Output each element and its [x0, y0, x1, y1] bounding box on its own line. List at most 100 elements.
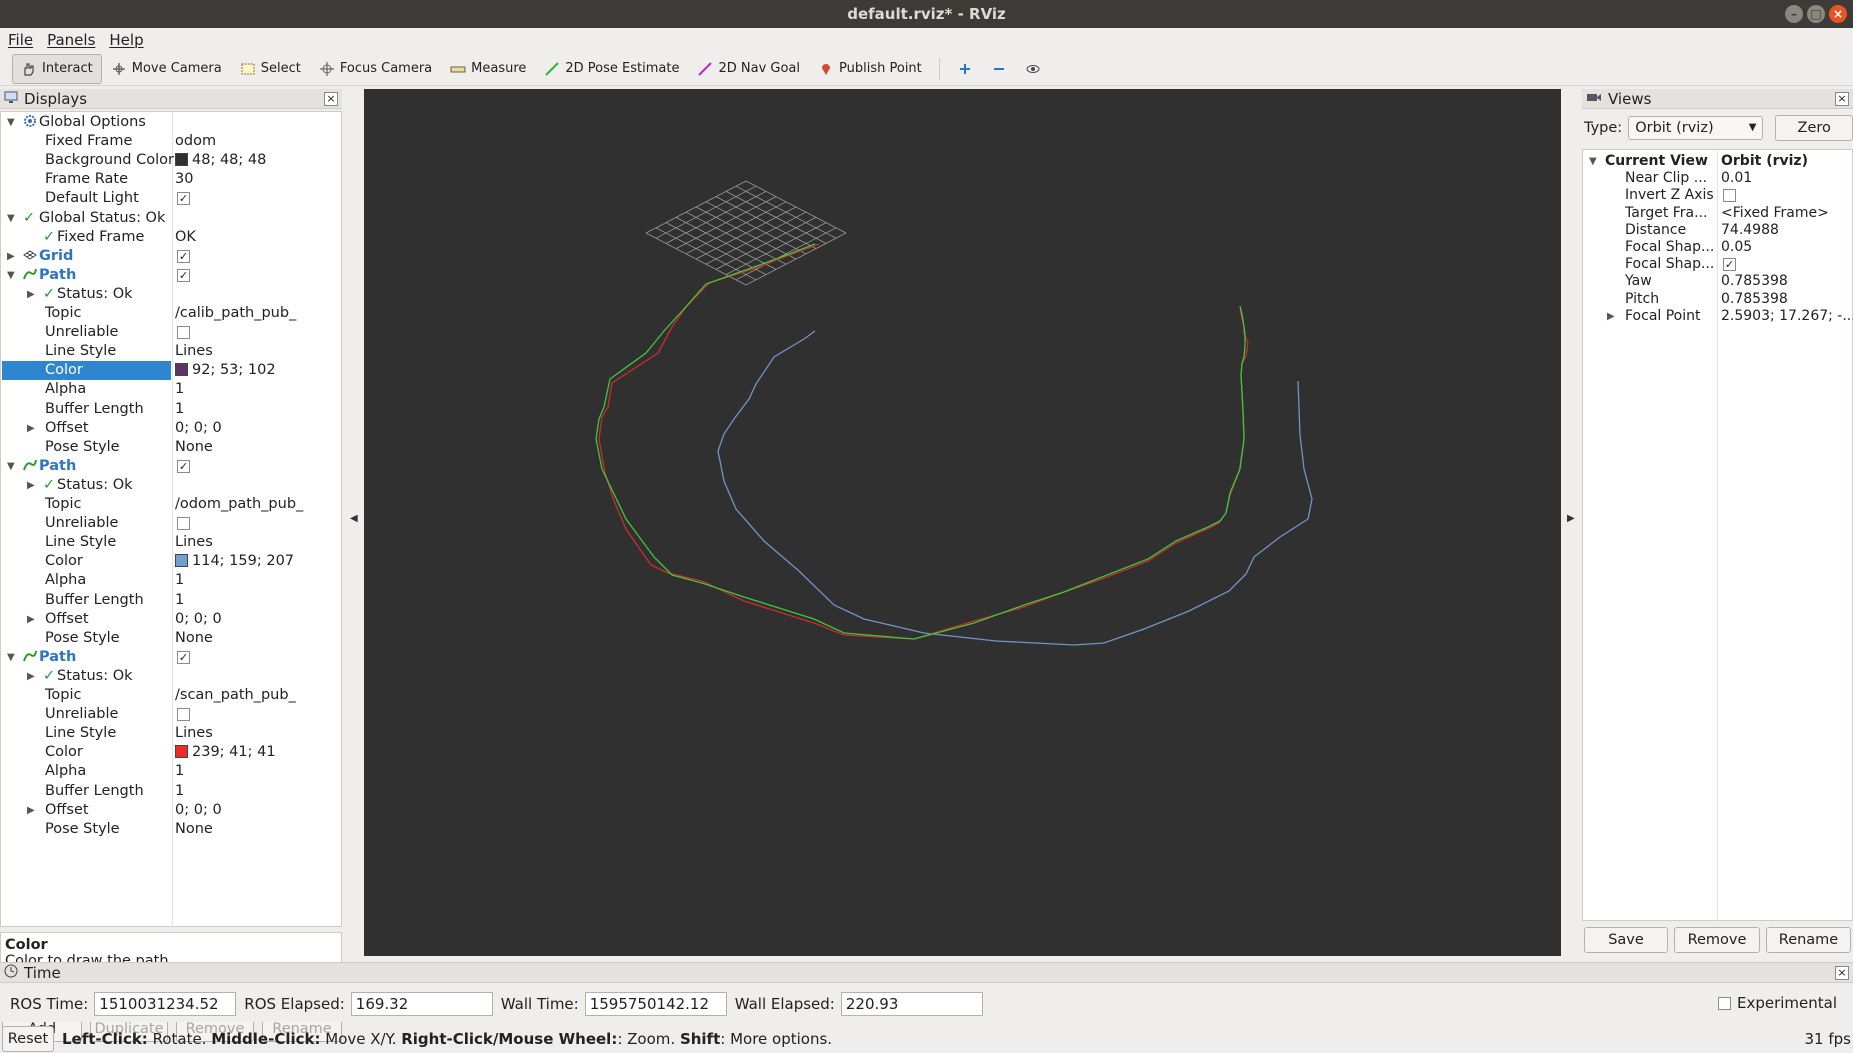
display-row-topic[interactable]: Topic/scan_path_pub_: [1, 686, 341, 705]
display-row-global-status-ok[interactable]: ▼ ✓ Global Status: Ok: [1, 209, 341, 228]
display-row-unreliable[interactable]: Unreliable: [1, 514, 341, 533]
render-viewport[interactable]: [364, 89, 1561, 956]
view-menu-button[interactable]: [1016, 54, 1050, 84]
display-row-value[interactable]: 30: [175, 170, 193, 189]
expand-closed-icon[interactable]: ▶: [27, 419, 35, 438]
tool-focus-camera[interactable]: Focus Camera: [310, 54, 441, 84]
display-row-value[interactable]: 0; 0; 0: [175, 419, 222, 438]
display-row-pose-style[interactable]: Pose Style None: [1, 629, 341, 648]
expand-open-icon[interactable]: ▼: [7, 648, 15, 667]
view-property-value[interactable]: 0.05: [1721, 239, 1752, 256]
view-property-value[interactable]: <Fixed Frame>: [1721, 205, 1829, 222]
ros-elapsed-field[interactable]: 169.32: [350, 992, 493, 1016]
display-row-unreliable[interactable]: Unreliable: [1, 323, 341, 342]
expand-closed-icon[interactable]: ▶: [27, 801, 35, 820]
display-row-value[interactable]: 92; 53; 102: [175, 361, 276, 380]
display-row-alpha[interactable]: Alpha 1: [1, 380, 341, 399]
row-checkbox[interactable]: [177, 326, 190, 340]
display-row-color[interactable]: Color 114; 159; 207: [1, 552, 341, 571]
display-row-value[interactable]: 1: [175, 591, 184, 610]
reset-button[interactable]: Reset: [2, 1026, 54, 1052]
display-row-value[interactable]: 114; 159; 207: [175, 552, 294, 571]
display-row-path[interactable]: ▼ Path ✓: [1, 457, 341, 476]
view-property-row[interactable]: Focal Shap... ✓: [1583, 256, 1852, 273]
display-row-value[interactable]: None: [175, 820, 213, 839]
rename-view-button[interactable]: Rename: [1766, 927, 1851, 953]
row-checkbox[interactable]: [177, 517, 190, 531]
expand-open-icon[interactable]: ▼: [7, 457, 15, 476]
display-row-offset[interactable]: ▶ Offset 0; 0; 0: [1, 801, 341, 820]
display-row-buffer-length[interactable]: Buffer Length 1: [1, 591, 341, 610]
view-property-row[interactable]: Pitch 0.785398: [1583, 291, 1852, 308]
close-icon[interactable]: ×: [1835, 92, 1849, 106]
expand-open-icon[interactable]: ▼: [7, 209, 15, 228]
display-row-value[interactable]: Lines: [175, 342, 213, 361]
right-splitter[interactable]: ▶: [1563, 89, 1579, 959]
view-property-value[interactable]: 2.5903; 17.267; -...: [1721, 308, 1853, 325]
display-row-value[interactable]: Lines: [175, 724, 213, 743]
display-row-value[interactable]: 0; 0; 0: [175, 610, 222, 629]
tool-2d-pose-estimate[interactable]: 2D Pose Estimate: [535, 54, 688, 84]
display-row-alpha[interactable]: Alpha 1: [1, 762, 341, 781]
view-property-checkbox[interactable]: [1723, 189, 1736, 203]
tool-publish-point[interactable]: Publish Point: [809, 54, 931, 84]
display-row-pose-style[interactable]: Pose Style None: [1, 820, 341, 839]
expand-closed-icon[interactable]: ▶: [27, 476, 35, 495]
display-row-value[interactable]: 1: [175, 762, 184, 781]
remove-tool-button[interactable]: [982, 54, 1016, 84]
expand-open-icon[interactable]: ▼: [7, 113, 15, 132]
wall-time-field[interactable]: 1595750142.12: [584, 992, 727, 1016]
display-row-line-style[interactable]: Line Style Lines: [1, 724, 341, 743]
tool-move-camera[interactable]: Move Camera: [102, 54, 231, 84]
expand-open-icon[interactable]: ▼: [1589, 153, 1597, 170]
display-row-value[interactable]: 1: [175, 571, 184, 590]
display-row-unreliable[interactable]: Unreliable: [1, 705, 341, 724]
menu-panels[interactable]: Panels: [47, 31, 95, 49]
display-row-global-options[interactable]: ▼ Global Options: [1, 113, 341, 132]
expand-closed-icon[interactable]: ▶: [7, 247, 15, 266]
display-row-path[interactable]: ▼ Path ✓: [1, 266, 341, 285]
row-checkbox[interactable]: ✓: [177, 192, 190, 206]
display-row-topic[interactable]: Topic/calib_path_pub_: [1, 304, 341, 323]
zero-button[interactable]: Zero: [1775, 115, 1853, 141]
display-row-value[interactable]: 1: [175, 400, 184, 419]
display-row-value[interactable]: 1: [175, 782, 184, 801]
expand-closed-icon[interactable]: ▶: [27, 667, 35, 686]
view-property-row[interactable]: ▶ Focal Point 2.5903; 17.267; -...: [1583, 308, 1853, 325]
left-splitter[interactable]: ◀: [346, 89, 362, 959]
menu-file[interactable]: File: [8, 31, 33, 49]
close-icon[interactable]: ×: [1835, 966, 1849, 980]
display-row-value[interactable]: /scan_path_pub_: [175, 686, 296, 705]
display-row-line-style[interactable]: Line Style Lines: [1, 342, 341, 361]
row-checkbox[interactable]: [177, 708, 190, 722]
remove-view-button[interactable]: Remove: [1674, 927, 1760, 953]
experimental-toggle[interactable]: Experimental: [1717, 994, 1837, 1012]
display-row-fixed-frame[interactable]: ✓ Fixed Frame OK: [1, 228, 341, 247]
view-property-row[interactable]: Distance 74.4988: [1583, 222, 1852, 239]
display-row-status-ok[interactable]: ▶ ✓ Status: Ok: [1, 285, 341, 304]
view-property-checkbox[interactable]: ✓: [1723, 258, 1736, 272]
view-property-value[interactable]: 0.785398: [1721, 273, 1788, 290]
display-row-value[interactable]: 0; 0; 0: [175, 801, 222, 820]
row-checkbox[interactable]: ✓: [177, 459, 190, 473]
row-checkbox[interactable]: ✓: [177, 249, 190, 263]
tool-select[interactable]: Select: [231, 54, 310, 84]
display-row-offset[interactable]: ▶ Offset 0; 0; 0: [1, 419, 341, 438]
view-property-row[interactable]: Target Fra... <Fixed Frame>: [1583, 205, 1852, 222]
display-row-frame-rate[interactable]: Frame Rate 30: [1, 170, 341, 189]
row-checkbox[interactable]: ✓: [177, 268, 190, 282]
display-row-pose-style[interactable]: Pose Style None: [1, 438, 341, 457]
display-row-path[interactable]: ▼ Path ✓: [1, 648, 341, 667]
expand-closed-icon[interactable]: ▶: [27, 610, 35, 629]
current-view-row[interactable]: ▼ Current View Orbit (rviz): [1583, 153, 1852, 170]
display-row-alpha[interactable]: Alpha 1: [1, 571, 341, 590]
view-property-row[interactable]: Focal Shap... 0.05: [1583, 239, 1852, 256]
wall-elapsed-field[interactable]: 220.93: [840, 992, 983, 1016]
expand-open-icon[interactable]: ▼: [7, 266, 15, 285]
display-row-line-style[interactable]: Line Style Lines: [1, 533, 341, 552]
view-property-value[interactable]: 0.785398: [1721, 291, 1788, 308]
display-row-value[interactable]: None: [175, 629, 213, 648]
display-row-background-color[interactable]: Background Color 48; 48; 48: [1, 151, 341, 170]
display-row-value[interactable]: 1: [175, 380, 184, 399]
experimental-checkbox[interactable]: [1717, 996, 1731, 1010]
